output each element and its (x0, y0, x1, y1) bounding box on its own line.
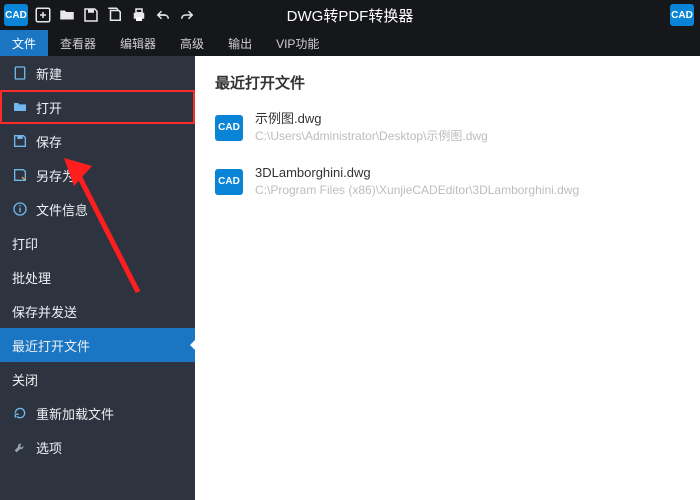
sidebar-item[interactable]: 打印 (0, 226, 195, 260)
print-icon[interactable] (130, 6, 148, 24)
recent-file-path: C:\Users\Administrator\Desktop\示例图.dwg (255, 128, 488, 145)
sidebar-item[interactable]: 最近打开文件 (0, 328, 195, 362)
recent-file-item[interactable]: CAD 示例图.dwgC:\Users\Administrator\Desktop… (215, 111, 680, 145)
body: 新建打开保存另存为文件信息打印批处理保存并发送最近打开文件关闭重新加载文件选项 … (0, 56, 700, 500)
sidebar-item[interactable]: 保存 (0, 124, 195, 158)
recent-file-name: 示例图.dwg (255, 111, 488, 128)
new-file-icon[interactable] (34, 6, 52, 24)
sidebar-item-label: 最近打开文件 (12, 336, 90, 355)
sidebar-item-label: 打开 (36, 98, 62, 117)
sidebar-item-label: 重新加载文件 (36, 404, 114, 423)
open-folder-icon[interactable] (58, 6, 76, 24)
sidebar-item-label: 新建 (36, 64, 62, 83)
folder-icon (12, 99, 28, 115)
menu-tab[interactable]: VIP功能 (264, 30, 331, 56)
sidebar-item-label: 文件信息 (36, 200, 88, 219)
sidebar-item[interactable]: 另存为 (0, 158, 195, 192)
reload-icon (12, 405, 28, 421)
file-icon (12, 65, 28, 81)
saveas-icon (12, 167, 28, 183)
sidebar-item-label: 另存为 (36, 166, 75, 185)
sidebar-item[interactable]: 新建 (0, 56, 195, 90)
recent-heading: 最近打开文件 (215, 72, 680, 93)
menu-tab[interactable]: 文件 (0, 30, 48, 56)
app-window: CAD DWG转PDF转换器 CAD 文件查看器编辑器高级输出VIP功能 新建打… (0, 0, 700, 500)
sidebar-item-label: 批处理 (12, 268, 51, 287)
toolbar-quick-actions: CAD (0, 4, 196, 26)
sidebar-item-label: 选项 (36, 438, 62, 457)
sidebar-item-label: 关闭 (12, 370, 38, 389)
sidebar-item-label: 保存 (36, 132, 62, 151)
cad-file-icon: CAD (215, 169, 243, 195)
sidebar-item[interactable]: 批处理 (0, 260, 195, 294)
recent-file-meta: 示例图.dwgC:\Users\Administrator\Desktop\示例… (255, 111, 488, 145)
undo-icon[interactable] (154, 6, 172, 24)
menu-tab[interactable]: 高级 (168, 30, 216, 56)
sidebar-item-label: 打印 (12, 234, 38, 253)
sidebar-item-label: 保存并发送 (12, 302, 77, 321)
sidebar-item[interactable]: 打开 (0, 90, 195, 124)
recent-files-list: CAD 示例图.dwgC:\Users\Administrator\Desktop… (215, 111, 680, 198)
app-logo-icon: CAD (4, 4, 28, 26)
wrench-icon (12, 439, 28, 455)
title-bar: CAD DWG转PDF转换器 CAD (0, 0, 700, 30)
menu-bar: 文件查看器编辑器高级输出VIP功能 (0, 30, 700, 56)
sidebar-item[interactable]: 关闭 (0, 362, 195, 396)
sidebar-item[interactable]: 保存并发送 (0, 294, 195, 328)
content-pane: 最近打开文件 CAD 示例图.dwgC:\Users\Administrator\… (195, 56, 700, 500)
save-icon[interactable] (82, 6, 100, 24)
menu-tab[interactable]: 编辑器 (108, 30, 168, 56)
cad-file-icon: CAD (215, 115, 243, 141)
menu-tab[interactable]: 查看器 (48, 30, 108, 56)
recent-file-meta: 3DLamborghini.dwgC:\Program Files (x86)\… (255, 165, 579, 199)
recent-file-name: 3DLamborghini.dwg (255, 165, 579, 182)
recent-file-path: C:\Program Files (x86)\XunjieCADEditor\3… (255, 182, 579, 199)
sidebar-item[interactable]: 选项 (0, 430, 195, 464)
sidebar: 新建打开保存另存为文件信息打印批处理保存并发送最近打开文件关闭重新加载文件选项 (0, 56, 195, 500)
sidebar-item[interactable]: 文件信息 (0, 192, 195, 226)
save-all-icon[interactable] (106, 6, 124, 24)
menu-tab[interactable]: 输出 (216, 30, 264, 56)
save-icon (12, 133, 28, 149)
redo-icon[interactable] (178, 6, 196, 24)
sidebar-item[interactable]: 重新加载文件 (0, 396, 195, 430)
info-icon (12, 201, 28, 217)
cad-badge-icon[interactable]: CAD (670, 4, 694, 26)
recent-file-item[interactable]: CAD 3DLamborghini.dwgC:\Program Files (x8… (215, 165, 680, 199)
